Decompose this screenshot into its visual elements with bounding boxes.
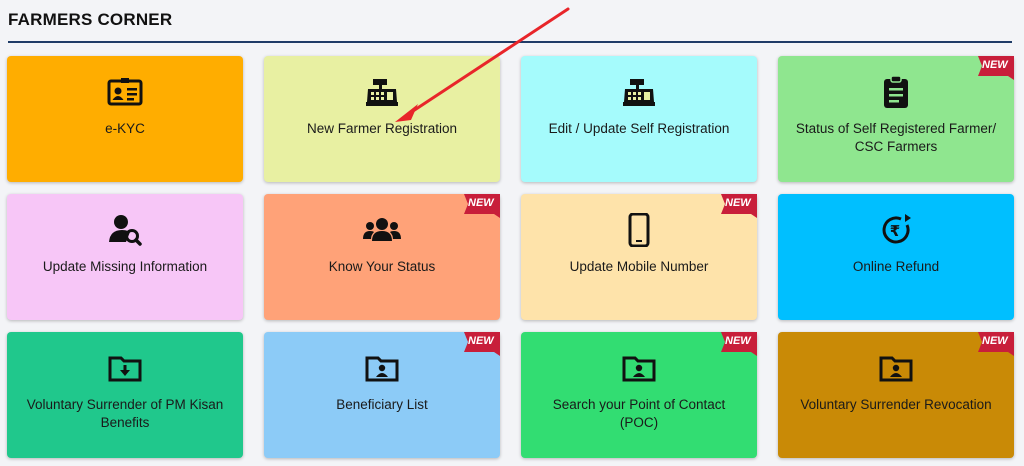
annotation-arrow <box>395 7 570 122</box>
